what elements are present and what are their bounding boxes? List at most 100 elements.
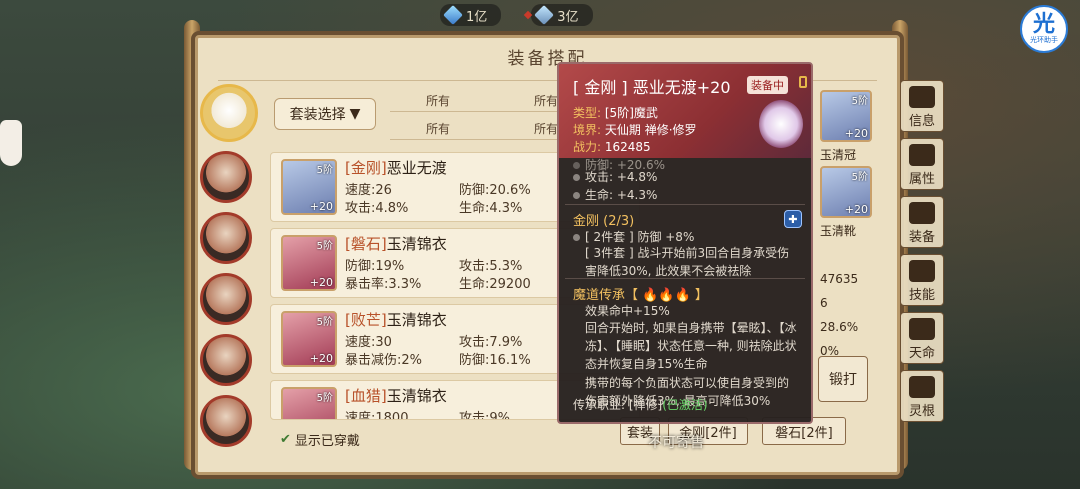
filter-sub[interactable]: 所有 xyxy=(498,118,558,140)
tooltip-item-name: [ 金刚 ] 恶业无渡+20 xyxy=(573,78,731,97)
chevron-down-icon: ▼ xyxy=(349,106,361,122)
bullet-icon xyxy=(573,174,580,181)
logo-text: 光环助手 xyxy=(1030,36,1058,44)
spirit-stone-amount: 3亿 xyxy=(557,9,579,25)
info-icon xyxy=(909,86,935,108)
equipped-slot-head[interactable]: 5阶 +20 xyxy=(820,90,872,142)
character-list xyxy=(200,84,258,447)
equipped-slot-boots[interactable]: 5阶 +20 xyxy=(820,166,872,218)
avatar[interactable] xyxy=(200,334,252,386)
tab-skills[interactable]: 技能 xyxy=(900,254,944,306)
equipment-title: 玉清锦衣 xyxy=(386,387,447,405)
equipment-name: [金刚]恶业无渡 xyxy=(345,157,447,178)
tab-label: 装备 xyxy=(908,230,935,245)
inherit-job-status: (已激活) xyxy=(662,398,708,412)
equipment-name: [血猎]玉清锦衣 xyxy=(345,385,447,406)
stat-text: 生命: +4.3% xyxy=(585,188,658,202)
tier-label: 5阶 xyxy=(316,317,333,328)
tier-label: 5阶 xyxy=(316,165,333,176)
tab-info[interactable]: 信息 xyxy=(900,80,944,132)
realm-key: 境界: xyxy=(573,123,602,137)
spirit-stone-currency: 3亿 xyxy=(531,4,593,26)
power-key: 战力: xyxy=(573,140,602,154)
suit-select-label: 套装选择 xyxy=(289,107,346,123)
inherit-job: 传承职业: [禅修](已激活) xyxy=(573,396,799,414)
helper-logo[interactable]: 光 光环助手 xyxy=(1020,5,1068,53)
power-line: 战力: 162485 xyxy=(573,138,651,155)
equipment-tooltip: [ 金刚 ] 恶业无渡+20 装备中 类型: [5阶]魔武 境界: 天仙期 禅修… xyxy=(557,62,813,424)
checkmark-icon: ✔ xyxy=(280,432,291,447)
stat: 速度:26 xyxy=(345,183,392,198)
destiny-icon xyxy=(909,318,935,340)
inherit-job-key: 传承职业: [禅修] xyxy=(573,398,663,412)
stat: 生命:29200 xyxy=(459,277,531,292)
tab-label: 灵根 xyxy=(908,404,935,419)
realm-value: 天仙期 禅修·修罗 xyxy=(604,123,697,137)
stat: 防御:20.6% xyxy=(459,183,531,198)
enhance-level: +20 xyxy=(844,203,868,216)
tab-equipment[interactable]: 装备 xyxy=(900,196,944,248)
summary-value: 6 xyxy=(820,296,828,310)
stat-attack: 攻击: +4.8% xyxy=(573,168,657,185)
stat: 攻击:7.9% xyxy=(459,335,523,350)
set-title: 金刚 (2/3) xyxy=(573,214,635,229)
type-value: [5阶]魔武 xyxy=(604,106,658,120)
equipment-icon: 5阶 +20 xyxy=(281,235,337,291)
consign-status: 不可寄售 xyxy=(648,435,704,451)
set-tag: [磐石] xyxy=(345,235,387,253)
skills-icon xyxy=(909,260,935,282)
jade-currency: 1亿 xyxy=(440,4,502,26)
tab-label: 属性 xyxy=(908,172,935,187)
effect-cleanse: 回合开始时, 如果自身携带【晕眩】、【冰冻】、【睡眠】状态任意一种, 则祛除此状… xyxy=(585,321,797,371)
effect-hit: 效果命中+15% xyxy=(585,304,670,318)
tab-label: 信息 xyxy=(908,114,935,129)
set-bonus-3: [ 3件套 ] 战斗开始前3回合自身承受伤害降低30%, 此效果不会被祛除 xyxy=(585,246,790,278)
inherit-title: 魔道传承【 🔥🔥🔥 】 xyxy=(573,284,708,303)
tab-spirit-root[interactable]: 灵根 xyxy=(900,370,944,422)
lock-icon[interactable] xyxy=(799,76,807,88)
equipment-icon: 5阶 +20 xyxy=(281,159,337,215)
avatar[interactable] xyxy=(200,151,252,203)
stat: 防御:19% xyxy=(345,259,405,274)
filter-type-value: 所有 xyxy=(426,94,451,108)
filter-sub-value: 所有 xyxy=(534,122,559,136)
type-line: 类型: [5阶]魔武 xyxy=(573,104,658,121)
avatar-pet[interactable] xyxy=(200,84,258,142)
filter-tier[interactable]: 所有 xyxy=(498,90,558,112)
attributes-icon xyxy=(909,144,935,166)
avatar[interactable] xyxy=(200,395,252,447)
equipment-name: [磐石]玉清锦衣 xyxy=(345,233,447,254)
tier-label: 5阶 xyxy=(316,241,333,252)
tab-destiny[interactable]: 天命 xyxy=(900,312,944,364)
floating-pet-icon[interactable] xyxy=(0,120,22,166)
equipment-title: 玉清锦衣 xyxy=(386,311,447,329)
inherit-title-text: 魔道传承【 xyxy=(573,288,639,303)
avatar[interactable] xyxy=(200,273,252,325)
stat-life: 生命: +4.3% xyxy=(573,186,657,203)
spirit-stone-icon xyxy=(534,5,555,25)
tab-attributes[interactable]: 属性 xyxy=(900,138,944,190)
set-bonus-2-text: [ 2件套 ] 防御 +8% xyxy=(585,230,695,244)
stat: 速度:1800 xyxy=(345,411,409,420)
equipment-title: 恶业无渡 xyxy=(386,159,447,177)
tier-label: 5阶 xyxy=(851,96,868,107)
slot-label: 玉清冠 xyxy=(820,148,857,162)
enhance-level: +20 xyxy=(844,127,868,140)
tier-label: 5阶 xyxy=(851,172,868,183)
suit-select-dropdown[interactable]: 套装选择 ▼ xyxy=(274,98,376,130)
stat: 攻击:9% xyxy=(459,411,511,420)
bullet-icon xyxy=(573,192,580,199)
set-tag: [败芒] xyxy=(345,311,387,329)
forge-button[interactable]: 锻打 xyxy=(818,356,868,402)
tab-label: 技能 xyxy=(908,288,935,303)
summary-value: 47635 xyxy=(820,272,859,286)
divider xyxy=(565,204,805,205)
enhance-level: +20 xyxy=(309,200,333,213)
type-key: 类型: xyxy=(573,106,602,120)
show-worn-toggle[interactable]: ✔ 显示已穿戴 xyxy=(280,430,360,449)
equipment-icon: 5阶 xyxy=(281,387,337,419)
shield-icon: ✚ xyxy=(784,210,802,228)
avatar[interactable] xyxy=(200,212,252,264)
stat: 速度:30 xyxy=(345,335,392,350)
stat: 暴击率:3.3% xyxy=(345,277,422,292)
